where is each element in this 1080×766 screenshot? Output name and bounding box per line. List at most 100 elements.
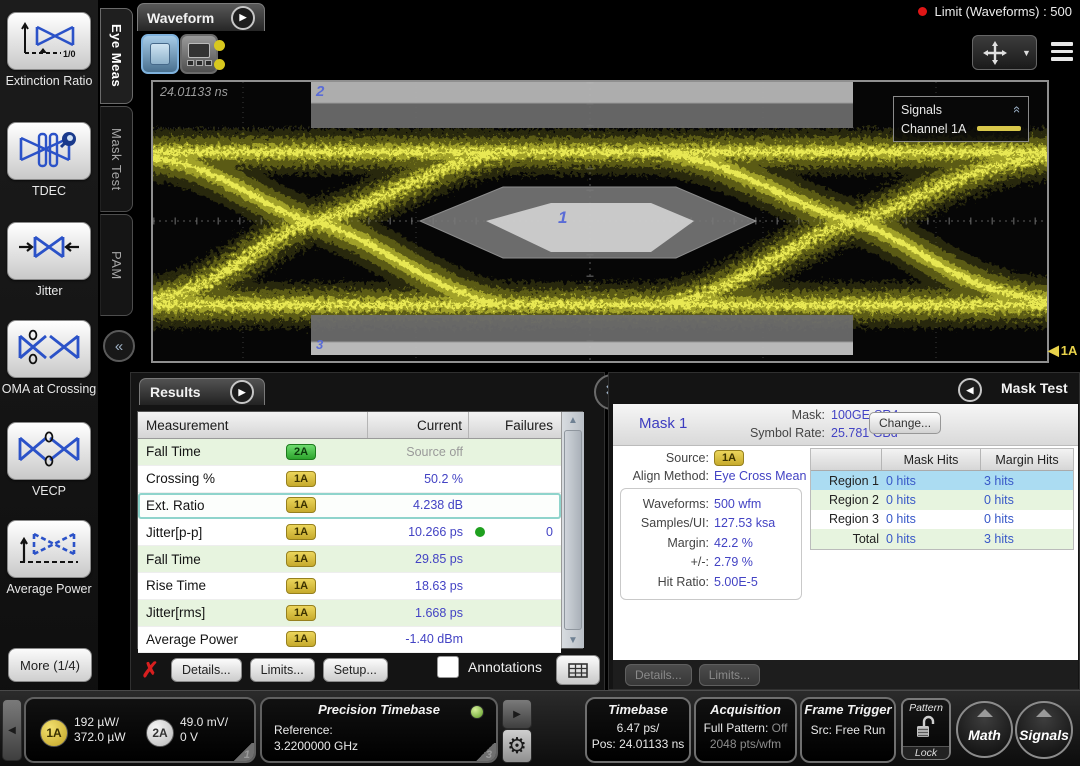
pattern-label: Pattern — [903, 702, 949, 714]
scroll-panels-right-icon[interactable]: ▶ — [502, 699, 532, 729]
table-row[interactable]: Fall Time2A Source off — [138, 439, 561, 466]
table-row[interactable]: Region 2 0 hits 0 hits — [811, 490, 1073, 509]
legend-title: Signals — [901, 103, 942, 117]
delete-measurement-icon[interactable]: ✗ — [137, 658, 163, 683]
table-row[interactable]: Jitter[rms]1A 1.668 ps — [138, 600, 561, 627]
channel-2a-badge[interactable]: 2A — [146, 719, 174, 747]
precision-timebase-panel[interactable]: Precision Timebase Reference: 3.2200000 … — [260, 697, 498, 763]
frame-trigger-panel[interactable]: Frame Trigger Src: Free Run — [800, 697, 896, 763]
acquisition-panel[interactable]: Acquisition Full Pattern: Off 2048 pts/w… — [694, 697, 797, 763]
unlocked-padlock-icon — [914, 714, 938, 740]
marker-label: 1A — [1061, 343, 1078, 358]
math-button[interactable]: Math — [956, 701, 1013, 758]
limits-button[interactable]: Limits... — [250, 658, 315, 682]
play-icon[interactable]: ▶ — [231, 6, 255, 30]
split-display-button[interactable] — [180, 34, 218, 74]
measurement-name: Rise Time — [146, 578, 206, 593]
pattern-lock-panel[interactable]: Pattern Lock — [901, 698, 951, 760]
pan-dropdown-icon[interactable]: ▼ — [1017, 35, 1037, 70]
source-channel-badge: 1A — [714, 450, 744, 466]
col-failures: Failures — [469, 412, 561, 438]
results-play-icon[interactable]: ▶ — [230, 380, 254, 404]
mask-region-bottom — [311, 315, 853, 355]
change-mask-button[interactable]: Change... — [869, 412, 941, 434]
channel-1a-badge[interactable]: 1A — [40, 719, 68, 747]
legend-collapse-icon[interactable]: « — [1010, 106, 1025, 113]
sidebar-item-oma-at-crossing[interactable]: OMA at Crossing — [0, 320, 98, 396]
table-row[interactable]: Rise Time1A 18.63 ps — [138, 573, 561, 600]
jitter-icon[interactable] — [7, 222, 91, 280]
channel-badge: 1A — [286, 524, 316, 540]
legend-channel-label: Channel 1A — [901, 122, 966, 136]
sidebar-item-vecp[interactable]: VECP — [0, 422, 98, 498]
mask-panel-back-icon[interactable]: ◀ — [958, 378, 982, 402]
table-view-button[interactable] — [556, 655, 600, 685]
timebase-title: Timebase — [587, 702, 689, 717]
results-tab-label: Results — [150, 384, 201, 400]
tab-eye-meas[interactable]: Eye Meas — [100, 8, 133, 104]
single-display-button[interactable] — [141, 34, 179, 74]
sidebar-item-extinction-ratio[interactable]: 1/0 Extinction Ratio — [0, 12, 98, 88]
tab-mask-test-label: Mask Test — [109, 128, 124, 191]
tab-mask-test[interactable]: Mask Test — [100, 106, 133, 212]
extinction-ratio-icon[interactable]: 1/0 — [7, 12, 91, 70]
measurement-name: Ext. Ratio — [146, 498, 205, 513]
mask-details-button-disabled[interactable]: Details... — [625, 664, 692, 686]
average-power-icon[interactable] — [7, 520, 91, 578]
scroll-panels-left-icon[interactable]: ◀ — [2, 699, 22, 761]
signals-button[interactable]: Signals — [1015, 701, 1073, 759]
mask-limits-button-disabled[interactable]: Limits... — [699, 664, 760, 686]
tab-pam[interactable]: PAM — [100, 214, 133, 316]
panel-number: 3 — [483, 749, 495, 761]
sidebar-item-jitter[interactable]: Jitter — [0, 222, 98, 298]
sidebar-item-label: Extinction Ratio — [0, 74, 98, 88]
settings-gear-icon[interactable]: ⚙ — [502, 729, 532, 763]
pass-status-dot-icon — [475, 527, 485, 537]
table-row-selected[interactable]: Ext. Ratio1A 4.238 dB — [138, 493, 561, 520]
align-method-label: Align Method: — [613, 469, 709, 483]
col-measurement: Measurement — [138, 412, 368, 438]
more-measurements-button[interactable]: More (1/4) — [8, 648, 92, 682]
table-row[interactable]: Crossing %1A 50.2 % — [138, 466, 561, 493]
mask-region-1-label: 1 — [558, 208, 567, 228]
table-row[interactable]: Region 3 0 hits 0 hits — [811, 510, 1073, 529]
table-row[interactable]: Jitter[p-p]1A 10.266 ps 0 — [138, 519, 561, 546]
vecp-icon[interactable] — [7, 422, 91, 480]
menu-icon[interactable] — [1046, 37, 1078, 66]
mask-test-header: ◀ Mask Test — [612, 375, 1078, 403]
oma-at-crossing-icon[interactable] — [7, 320, 91, 378]
limit-status: Limit (Waveforms) : 500 — [918, 4, 1073, 19]
setup-button[interactable]: Setup... — [323, 658, 388, 682]
tdec-icon[interactable] — [7, 122, 91, 180]
tab-waveform[interactable]: Waveform ▶ — [137, 3, 265, 31]
measurement-value: 50.2 % — [368, 472, 469, 486]
channel-badge: 1A — [286, 578, 316, 594]
measurement-name: Crossing % — [146, 471, 215, 486]
table-row[interactable]: Fall Time1A 29.85 ps — [138, 546, 561, 573]
eye-diagram-plot[interactable]: 24.01133 ns 2 3 1 Signals « Channel 1A — [151, 80, 1049, 363]
scroll-down-icon[interactable]: ▼ — [568, 632, 578, 648]
annotations-checkbox[interactable] — [437, 656, 459, 678]
signals-legend[interactable]: Signals « Channel 1A — [893, 96, 1029, 142]
sidebar-item-average-power[interactable]: Average Power — [0, 520, 98, 596]
acquisition-title: Acquisition — [696, 702, 795, 717]
sidebar-collapse-icon[interactable]: « — [103, 330, 135, 362]
scroll-up-icon[interactable]: ▲ — [568, 412, 578, 428]
precision-timebase-led-icon — [470, 705, 484, 719]
channels-panel[interactable]: 1A 192 µW/ 372.0 µW 2A 49.0 mV/ 0 V 1 — [24, 697, 256, 763]
pan-tool-button[interactable] — [972, 35, 1018, 70]
pan-arrows-icon — [982, 40, 1008, 66]
sidebar-item-tdec[interactable]: TDEC — [0, 122, 98, 198]
timebase-panel[interactable]: Timebase 6.47 ps/ Pos: 24.01133 ns — [585, 697, 691, 763]
table-row[interactable]: Total 0 hits 3 hits — [811, 529, 1073, 548]
svg-text:1/0: 1/0 — [63, 49, 76, 59]
margin-value: 42.2 % — [714, 536, 753, 550]
limit-red-dot-icon — [918, 7, 927, 16]
details-button[interactable]: Details... — [171, 658, 242, 682]
results-scrollbar[interactable]: ▲ ▼ — [561, 412, 584, 648]
table-row[interactable]: Average Power1A -1.40 dBm — [138, 627, 561, 654]
reference-label: Reference: — [274, 723, 333, 737]
table-row[interactable]: Region 1 0 hits 3 hits — [811, 471, 1073, 490]
results-tab[interactable]: Results ▶ — [139, 378, 265, 405]
scrollbar-thumb[interactable] — [564, 430, 582, 630]
